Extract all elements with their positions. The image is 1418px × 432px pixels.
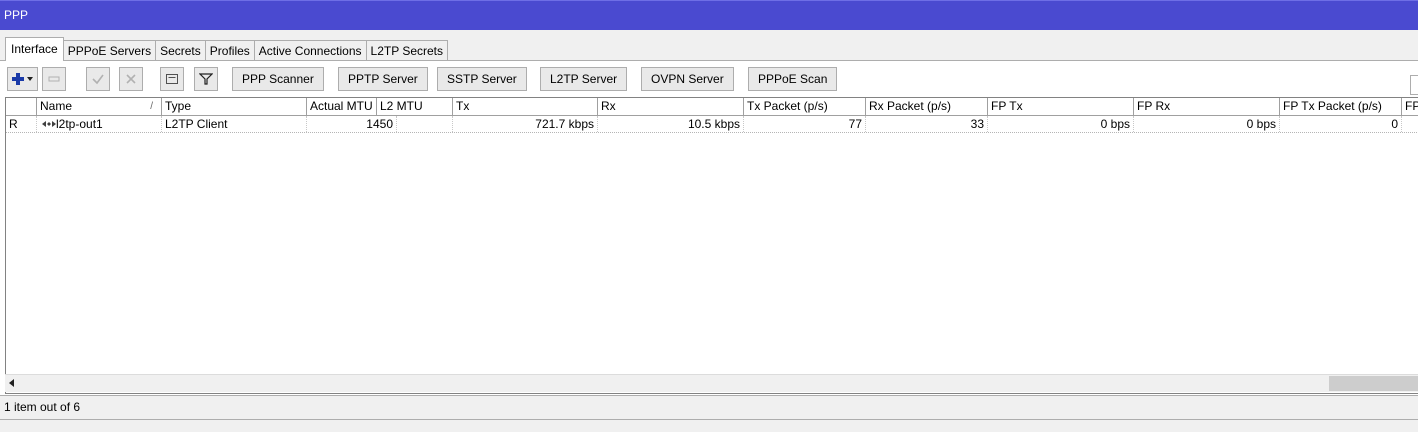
check-icon [92, 74, 104, 85]
col-l2-mtu[interactable]: L2 MTU [377, 98, 453, 115]
tunnel-icon [42, 121, 56, 127]
col-fp-tx[interactable]: FP Tx [988, 98, 1134, 115]
item-count-status: 1 item out of 6 [4, 400, 81, 414]
tab-l2tp-secrets[interactable]: L2TP Secrets [365, 40, 448, 61]
tab-interface[interactable]: Interface [5, 37, 64, 61]
row-rx-packet: 33 [866, 116, 988, 132]
col-name[interactable]: Name / [37, 98, 162, 115]
row-actual-mtu: 1450 [307, 116, 397, 132]
col-tx[interactable]: Tx [453, 98, 598, 115]
table-header: Name / Type Actual MTU L2 MTU Tx Rx Tx P… [6, 98, 1418, 116]
scroll-left-icon[interactable] [9, 379, 14, 387]
status-bar: 1 item out of 6 [0, 395, 1418, 419]
col-actual-mtu[interactable]: Actual MTU [307, 98, 377, 115]
row-name: l2tp-out1 [56, 117, 103, 131]
col-fp-rx[interactable]: FP Rx [1134, 98, 1280, 115]
table-row[interactable]: R l2tp-out1 L2TP Client 1450 721.7 kbps … [6, 116, 1418, 133]
col-tx-packet[interactable]: Tx Packet (p/s) [744, 98, 866, 115]
interface-panel: PPP Scanner PPTP Server SSTP Server L2TP… [0, 60, 1418, 432]
col-rx[interactable]: Rx [598, 98, 744, 115]
col-fp-rx-packet[interactable]: FP [1402, 98, 1418, 115]
window-title: PPP [4, 8, 29, 22]
tab-active-connections[interactable]: Active Connections [253, 40, 367, 61]
window-bottom-edge [0, 419, 1418, 432]
row-tx-packet: 77 [744, 116, 866, 132]
plus-dropdown-icon [11, 73, 33, 85]
cross-icon [126, 74, 136, 84]
row-rx: 10.5 kbps [598, 116, 744, 132]
l2tp-server-button[interactable]: L2TP Server [540, 67, 628, 91]
ovpn-server-button[interactable]: OVPN Server [641, 67, 734, 91]
enable-button[interactable] [86, 67, 110, 91]
row-fp-rx: 0 bps [1134, 116, 1280, 132]
tab-strip: Interface PPPoE Servers Secrets Profiles… [5, 37, 448, 61]
horizontal-scrollbar[interactable] [5, 374, 1418, 392]
disable-button[interactable] [119, 67, 143, 91]
row-type: L2TP Client [162, 116, 307, 132]
interface-table: Name / Type Actual MTU L2 MTU Tx Rx Tx P… [5, 97, 1418, 394]
row-fp-tx: 0 bps [988, 116, 1134, 132]
tab-pppoe-servers[interactable]: PPPoE Servers [62, 40, 157, 61]
window-titlebar[interactable]: PPP [0, 0, 1418, 30]
tab-profiles[interactable]: Profiles [204, 40, 255, 61]
minus-icon [48, 76, 60, 82]
sstp-server-button[interactable]: SSTP Server [437, 67, 527, 91]
pppoe-scan-button[interactable]: PPPoE Scan [748, 67, 838, 91]
col-type[interactable]: Type [162, 98, 307, 115]
row-tx: 721.7 kbps [453, 116, 598, 132]
filter-icon [199, 73, 213, 85]
col-fp-tx-packet[interactable]: FP Tx Packet (p/s) [1280, 98, 1402, 115]
comment-icon [166, 74, 178, 84]
col-flag[interactable] [6, 98, 37, 115]
remove-button[interactable] [42, 67, 66, 91]
scrollbar-thumb[interactable] [1329, 376, 1418, 391]
add-button[interactable] [7, 67, 38, 91]
col-rx-packet[interactable]: Rx Packet (p/s) [866, 98, 988, 115]
row-name-cell: l2tp-out1 [37, 116, 162, 132]
comment-button[interactable] [160, 67, 184, 91]
row-fp-tx-packet: 0 [1280, 116, 1402, 132]
sort-indicator: / [150, 101, 153, 112]
filter-button[interactable] [194, 67, 218, 91]
find-box[interactable] [1410, 75, 1418, 95]
pptp-server-button[interactable]: PPTP Server [338, 67, 428, 91]
row-l2-mtu [397, 116, 453, 132]
row-flag: R [6, 116, 37, 132]
ppp-scanner-button[interactable]: PPP Scanner [232, 67, 324, 91]
col-name-label: Name [40, 99, 73, 113]
tab-secrets[interactable]: Secrets [155, 40, 206, 61]
